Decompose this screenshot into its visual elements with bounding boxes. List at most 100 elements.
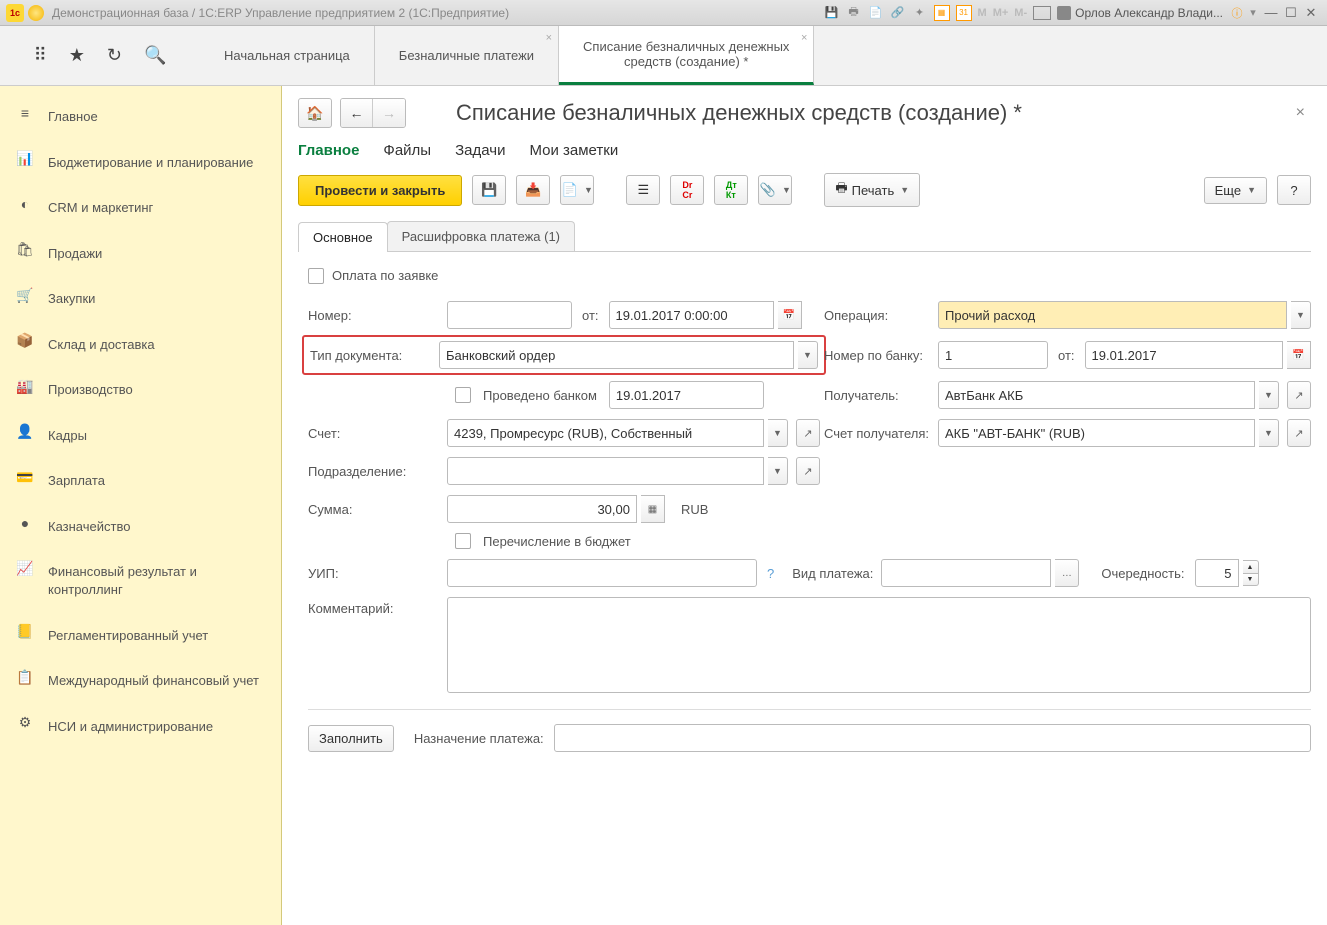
pay-by-request-checkbox[interactable] bbox=[308, 268, 324, 284]
tab-writeoff-close-icon[interactable]: × bbox=[801, 32, 807, 44]
comment-input[interactable] bbox=[447, 597, 1311, 693]
uip-input[interactable] bbox=[447, 559, 757, 587]
close-window-button[interactable]: ✕ bbox=[1301, 5, 1321, 21]
date-input[interactable]: 19.01.2017 0:00:00 bbox=[609, 301, 774, 329]
doc-type-dropdown-icon[interactable]: ▼ bbox=[798, 341, 818, 369]
sidebar-item-treasury[interactable]: ●Казначейство bbox=[0, 504, 281, 550]
purpose-input[interactable] bbox=[554, 724, 1311, 752]
payment-type-input[interactable] bbox=[881, 559, 1051, 587]
save-button[interactable]: 💾 bbox=[472, 175, 506, 205]
account-open-icon[interactable]: ↗ bbox=[796, 419, 820, 447]
budget-transfer-checkbox[interactable] bbox=[455, 533, 471, 549]
section-tab-notes[interactable]: Мои заметки bbox=[529, 142, 618, 159]
toolbar-star-icon[interactable]: ✦ bbox=[912, 5, 928, 21]
payment-type-select-icon[interactable]: … bbox=[1055, 559, 1079, 587]
post-button[interactable]: 📥 bbox=[516, 175, 550, 205]
fill-button[interactable]: Заполнить bbox=[308, 725, 394, 752]
more-button[interactable]: Еще▼ bbox=[1204, 177, 1267, 204]
toolbar-calendar-icon[interactable]: 31 bbox=[956, 5, 972, 21]
sidebar-item-prod[interactable]: 🏭Производство bbox=[0, 367, 281, 413]
operation-dropdown-icon[interactable]: ▼ bbox=[1291, 301, 1311, 329]
info-icon[interactable]: ⓘ bbox=[1229, 5, 1245, 21]
uip-help-icon[interactable]: ? bbox=[761, 566, 780, 581]
account-input[interactable]: 4239, Промресурс (RUB), Собственный bbox=[447, 419, 764, 447]
subtab-main[interactable]: Основное bbox=[298, 222, 388, 252]
list-button[interactable]: ☰ bbox=[626, 175, 660, 205]
minimize-button[interactable]: — bbox=[1261, 5, 1281, 20]
post-close-button[interactable]: Провести и закрыть bbox=[298, 175, 462, 206]
home-button[interactable]: 🏠 bbox=[298, 98, 332, 128]
doc-type-input[interactable]: Банковский ордер bbox=[439, 341, 794, 369]
sidebar-item-hr[interactable]: 👤Кадры bbox=[0, 413, 281, 459]
number-input[interactable] bbox=[447, 301, 572, 329]
priority-up-icon[interactable]: ▲ bbox=[1243, 560, 1259, 573]
drcr-button[interactable]: DrCr bbox=[670, 175, 704, 205]
toolbar-m-icon[interactable]: M bbox=[978, 7, 987, 19]
sidebar-item-sales[interactable]: 🛍Продажи bbox=[0, 231, 281, 277]
search-icon[interactable]: 🔍 bbox=[144, 45, 166, 66]
operation-input[interactable]: Прочий расход bbox=[938, 301, 1287, 329]
recip-account-dropdown-icon[interactable]: ▼ bbox=[1259, 419, 1279, 447]
toolbar-mplus-icon[interactable]: M+ bbox=[993, 7, 1009, 19]
division-dropdown-icon[interactable]: ▼ bbox=[768, 457, 788, 485]
toolbar-print-icon[interactable]: 🖶 bbox=[846, 5, 862, 21]
priority-input[interactable]: 5 bbox=[1195, 559, 1239, 587]
toolbar-calc-icon[interactable]: ▦ bbox=[934, 5, 950, 21]
maximize-button[interactable]: ☐ bbox=[1281, 5, 1301, 21]
print-button[interactable]: 🖶 Печать▼ bbox=[824, 173, 920, 207]
posted-bank-checkbox[interactable] bbox=[455, 387, 471, 403]
section-tab-main[interactable]: Главное bbox=[298, 142, 359, 159]
sidebar-item-regacc[interactable]: 📒Регламентированный учет bbox=[0, 613, 281, 659]
dropdown-icon[interactable]: ▾ bbox=[1245, 5, 1261, 21]
apps-icon[interactable]: ⠿ bbox=[34, 45, 47, 66]
sidebar-item-nsi[interactable]: ⚙НСИ и администрирование bbox=[0, 704, 281, 750]
recipient-dropdown-icon[interactable]: ▼ bbox=[1259, 381, 1279, 409]
create-based-button[interactable]: 📄▼ bbox=[560, 175, 594, 205]
sidebar-item-crm[interactable]: ◐CRM и маркетинг bbox=[0, 185, 281, 231]
favorite-icon[interactable]: ★ bbox=[69, 45, 85, 66]
toolbar-doc-icon[interactable]: 📄 bbox=[868, 5, 884, 21]
toolbar-mminus-icon[interactable]: M- bbox=[1014, 7, 1027, 19]
sidebar-item-purch[interactable]: 🛒Закупки bbox=[0, 276, 281, 322]
nav-back-button[interactable]: ← bbox=[341, 99, 373, 127]
division-open-icon[interactable]: ↗ bbox=[796, 457, 820, 485]
dtkt-button[interactable]: ДтКт bbox=[714, 175, 748, 205]
toolbar-panel-icon[interactable] bbox=[1033, 6, 1051, 20]
sidebar-item-main[interactable]: ≡Главное bbox=[0, 94, 281, 140]
history-icon[interactable]: ↻ bbox=[107, 45, 122, 66]
tab-home[interactable]: Начальная страница bbox=[200, 26, 375, 85]
sidebar-item-salary[interactable]: 💳Зарплата bbox=[0, 458, 281, 504]
tab-writeoff[interactable]: Списание безналичных денежных средств (с… bbox=[559, 26, 814, 85]
amount-input[interactable]: 30,00 bbox=[447, 495, 637, 523]
bank-date-input[interactable]: 19.01.2017 bbox=[1085, 341, 1283, 369]
recipient-input[interactable]: АвтБанк АКБ bbox=[938, 381, 1255, 409]
recip-account-open-icon[interactable]: ↗ bbox=[1287, 419, 1311, 447]
bank-number-input[interactable]: 1 bbox=[938, 341, 1048, 369]
app-circle-icon[interactable] bbox=[28, 5, 44, 21]
date-picker-icon[interactable]: 📅 bbox=[778, 301, 802, 329]
toolbar-link-icon[interactable]: 🔗 bbox=[890, 5, 906, 21]
subtab-decode[interactable]: Расшифровка платежа (1) bbox=[387, 221, 575, 251]
close-page-button[interactable]: × bbox=[1290, 104, 1311, 122]
priority-down-icon[interactable]: ▼ bbox=[1243, 573, 1259, 586]
recip-account-input[interactable]: АКБ "АВТ-БАНК" (RUB) bbox=[938, 419, 1255, 447]
tab-payments-close-icon[interactable]: × bbox=[546, 32, 552, 44]
section-tab-tasks[interactable]: Задачи bbox=[455, 142, 505, 159]
sidebar-item-finresult[interactable]: 📈Финансовый результат и контроллинг bbox=[0, 549, 281, 612]
sidebar-item-stock[interactable]: 📦Склад и доставка bbox=[0, 322, 281, 368]
amount-calc-icon[interactable]: ▦ bbox=[641, 495, 665, 523]
sidebar-item-budget[interactable]: 📊Бюджетирование и планирование bbox=[0, 140, 281, 186]
help-button[interactable]: ? bbox=[1277, 175, 1311, 205]
posted-bank-date-input[interactable]: 19.01.2017 bbox=[609, 381, 764, 409]
account-dropdown-icon[interactable]: ▼ bbox=[768, 419, 788, 447]
sidebar-item-intfin[interactable]: 📋Международный финансовый учет bbox=[0, 658, 281, 704]
recipient-open-icon[interactable]: ↗ bbox=[1287, 381, 1311, 409]
bank-date-picker-icon[interactable]: 📅 bbox=[1287, 341, 1311, 369]
toolbar-save-icon[interactable]: 💾 bbox=[824, 5, 840, 21]
user-display[interactable]: Орлов Александр Влади... bbox=[1057, 6, 1223, 20]
attach-button[interactable]: 📎▼ bbox=[758, 175, 792, 205]
nav-forward-button[interactable]: → bbox=[373, 99, 405, 127]
tab-payments[interactable]: Безналичные платежи × bbox=[375, 26, 559, 85]
division-input[interactable] bbox=[447, 457, 764, 485]
section-tab-files[interactable]: Файлы bbox=[383, 142, 431, 159]
